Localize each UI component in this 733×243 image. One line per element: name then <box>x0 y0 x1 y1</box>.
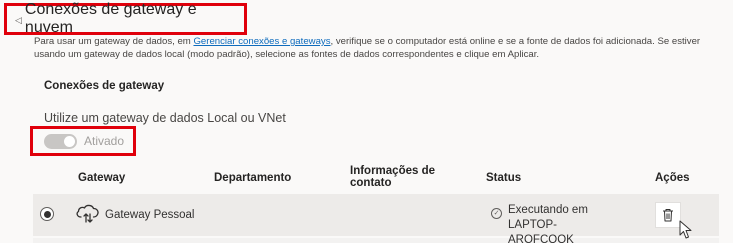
mouse-cursor-icon <box>679 220 692 239</box>
gateway-name: Gateway Pessoal <box>105 209 195 221</box>
column-header-gateway: Gateway <box>78 172 126 184</box>
cloud-icon <box>76 204 99 223</box>
trash-icon <box>663 209 673 222</box>
status-line2: AROFCQQK <box>508 234 574 243</box>
gateway-toggle-switch[interactable] <box>44 133 77 149</box>
column-header-contact-line1: Informações de <box>350 165 435 177</box>
column-header-actions: Ações <box>655 172 690 184</box>
gateway-toggle-container: Ativado <box>30 126 136 156</box>
manage-connections-link[interactable]: Gerenciar conexões e gateways <box>193 36 330 47</box>
section-header-gateway-cloud[interactable]: ◁ Conexões de gateway e nuvem <box>4 1 247 36</box>
column-header-status: Status <box>486 172 522 184</box>
gateway-radio-button[interactable] <box>40 207 54 221</box>
gateway-connections-title: Conexões de gateway <box>44 80 165 92</box>
delete-gateway-button[interactable] <box>655 202 681 228</box>
gateway-status: Executando em LAPTOP- AROFCQQK <box>508 203 638 243</box>
description-text-start: Para usar um gateway de dados, em <box>34 36 194 47</box>
column-header-contact-line2: contato <box>350 177 392 189</box>
section-title: Conexões de gateway e nuvem <box>24 1 197 36</box>
column-header-contact: Informações de contato <box>350 165 435 189</box>
check-circle-icon: ✓ <box>491 208 502 219</box>
toggle-knob <box>64 135 75 147</box>
status-line1: Executando em LAPTOP- <box>508 204 588 231</box>
section-description: Para usar um gateway de dados, em Gerenc… <box>34 36 714 61</box>
radio-selected-dot <box>43 210 51 218</box>
gateway-toggle-label: Utilize um gateway de dados Local ou VNe… <box>44 111 286 125</box>
column-header-department: Departamento <box>214 172 292 184</box>
toggle-state-label: Ativado <box>84 134 125 148</box>
collapse-caret-icon[interactable]: ◁ <box>15 15 22 26</box>
